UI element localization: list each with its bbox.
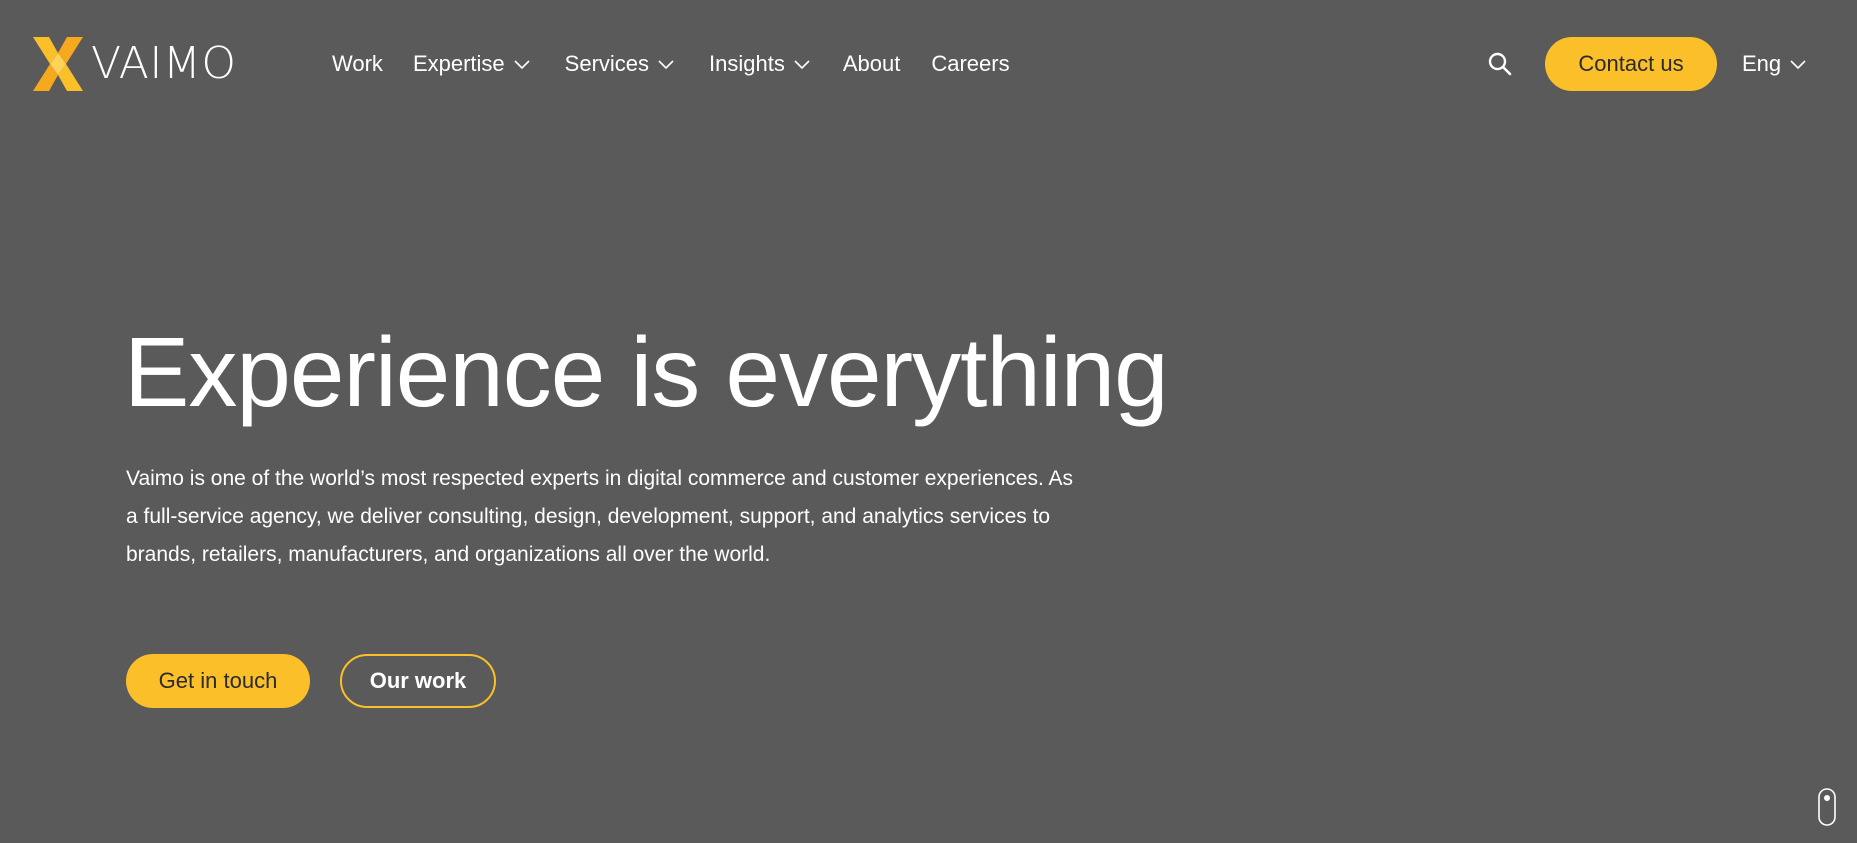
language-label: Eng xyxy=(1742,51,1782,76)
vaimo-x-icon xyxy=(33,37,83,91)
nav-item-services[interactable]: Services xyxy=(565,51,675,77)
hero-title: Experience is everything xyxy=(124,317,1169,427)
vaimo-logo[interactable]: VAIMO xyxy=(31,35,236,93)
get-in-touch-button[interactable]: Get in touch xyxy=(126,654,310,708)
language-selector[interactable]: Eng xyxy=(1742,44,1807,84)
nav-item-careers[interactable]: Careers xyxy=(931,51,1009,77)
nav-item-label: Careers xyxy=(931,51,1010,76)
our-work-button[interactable]: Our work xyxy=(340,654,496,708)
nav-item-label: About xyxy=(842,51,901,76)
brand-name: VAIMO xyxy=(91,38,237,89)
nav-item-expertise[interactable]: Expertise xyxy=(413,51,531,77)
nav-item-work[interactable]: Work xyxy=(332,51,383,77)
main-nav: Work Expertise Services Insights About C… xyxy=(332,44,1010,84)
hero-description: Vaimo is one of the world’s most respect… xyxy=(126,467,1073,566)
nav-item-about[interactable]: About xyxy=(843,51,901,77)
site-header: VAIMO Work Expertise Services Insights A… xyxy=(0,0,1857,128)
chevron-down-icon xyxy=(794,60,810,70)
contact-us-button[interactable]: Contact us xyxy=(1545,37,1717,91)
chevron-down-icon xyxy=(1790,60,1806,70)
nav-item-label: Expertise xyxy=(412,51,505,76)
mouse-scroll-icon[interactable] xyxy=(1818,788,1836,826)
chevron-down-icon xyxy=(658,60,674,70)
nav-item-label: Services xyxy=(564,51,650,76)
chevron-down-icon xyxy=(514,60,530,70)
nav-item-label: Work xyxy=(332,51,383,76)
nav-item-insights[interactable]: Insights xyxy=(709,51,811,77)
search-icon[interactable] xyxy=(1487,51,1513,77)
nav-item-label: Insights xyxy=(709,51,785,76)
